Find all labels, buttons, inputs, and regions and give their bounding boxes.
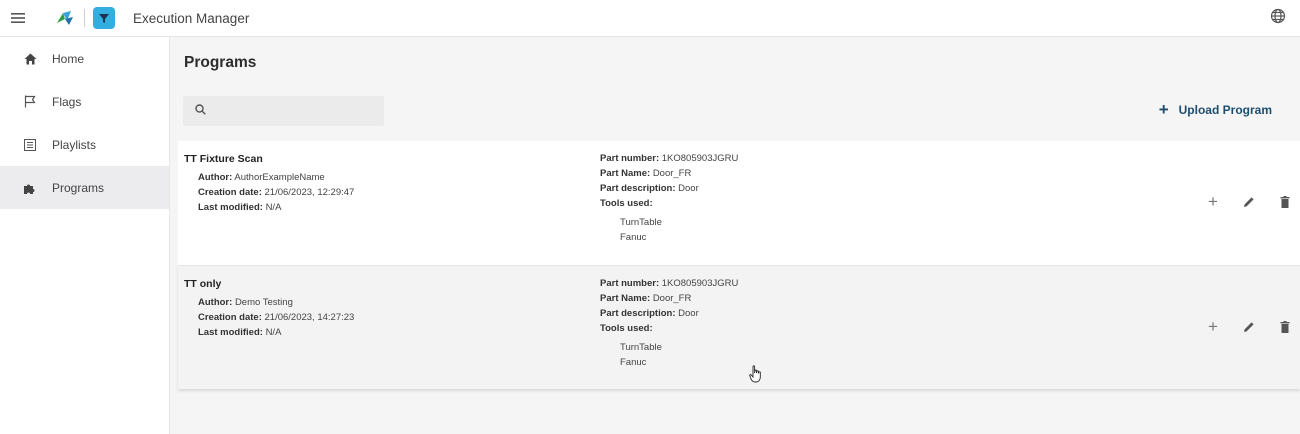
tools-used-label: Tools used: (600, 323, 653, 334)
part-number: Part number: 1KO805903JGRU (600, 278, 739, 289)
tool-item: TurnTable (620, 342, 662, 353)
sidebar-item-programs[interactable]: Programs (0, 166, 169, 209)
edit-pencil-icon[interactable] (1240, 193, 1258, 211)
part-description: Part description: Door (600, 308, 699, 319)
list-icon (22, 137, 38, 153)
part-name: Part Name: Door_FR (600, 293, 692, 304)
tool-item: TurnTable (620, 217, 662, 228)
filter-app-logo-icon (93, 7, 115, 29)
part-description: Part description: Door (600, 183, 699, 194)
program-creation-date: Creation date: 21/06/2023, 12:29:47 (198, 187, 355, 198)
tool-item: Fanuc (620, 232, 647, 243)
upload-program-label: Upload Program (1178, 103, 1272, 117)
plus-icon: + (1158, 100, 1169, 119)
top-bar: Execution Manager (0, 0, 1300, 37)
program-actions: + (1204, 193, 1294, 211)
sidebar-item-flags[interactable]: Flags (0, 80, 169, 123)
search-input[interactable] (214, 104, 374, 118)
program-name: TT Fixture Scan (184, 153, 263, 165)
tool-item: Fanuc (620, 357, 647, 368)
search-box[interactable] (183, 96, 384, 126)
hamburger-menu-icon[interactable] (4, 4, 32, 32)
program-card: TT only Author: Demo Testing Creation da… (178, 265, 1300, 389)
puzzle-icon (22, 180, 38, 196)
hand-cursor-icon (749, 365, 763, 383)
sidebar: Home Flags Playlists Programs (0, 37, 170, 434)
sidebar-item-label: Home (52, 51, 85, 66)
program-creation-date: Creation date: 21/06/2023, 14:27:23 (198, 312, 355, 323)
logo-divider (84, 9, 85, 27)
program-author: Author: Demo Testing (198, 297, 293, 308)
program-card: TT Fixture Scan Author: AuthorExampleNam… (178, 141, 1300, 265)
search-icon (195, 102, 206, 120)
app-title: Execution Manager (133, 10, 250, 26)
tools-used-label: Tools used: (600, 198, 653, 209)
sidebar-item-label: Playlists (52, 137, 97, 152)
main-content: Programs + Upload Program TT Fixture Sca… (170, 37, 1300, 434)
page-title: Programs (184, 54, 257, 71)
sidebar-item-label: Flags (52, 94, 82, 109)
tribe-logo-icon (54, 7, 76, 29)
program-actions: + (1204, 318, 1294, 336)
sidebar-item-label: Programs (52, 180, 105, 195)
add-button[interactable]: + (1204, 193, 1222, 211)
delete-trash-icon[interactable] (1276, 193, 1294, 211)
program-name: TT only (184, 278, 222, 290)
part-number: Part number: 1KO805903JGRU (600, 153, 739, 164)
delete-trash-icon[interactable] (1276, 318, 1294, 336)
edit-pencil-icon[interactable] (1240, 318, 1258, 336)
sidebar-item-home[interactable]: Home (0, 37, 169, 80)
flag-icon (22, 94, 38, 110)
part-name: Part Name: Door_FR (600, 168, 692, 179)
program-author: Author: AuthorExampleName (198, 172, 325, 183)
globe-icon[interactable] (1270, 8, 1290, 28)
program-last-modified: Last modified: N/A (198, 202, 282, 213)
sidebar-item-playlists[interactable]: Playlists (0, 123, 169, 166)
program-last-modified: Last modified: N/A (198, 327, 282, 338)
home-icon (22, 51, 38, 67)
add-button[interactable]: + (1204, 318, 1222, 336)
upload-program-button[interactable]: + Upload Program (1158, 100, 1272, 119)
